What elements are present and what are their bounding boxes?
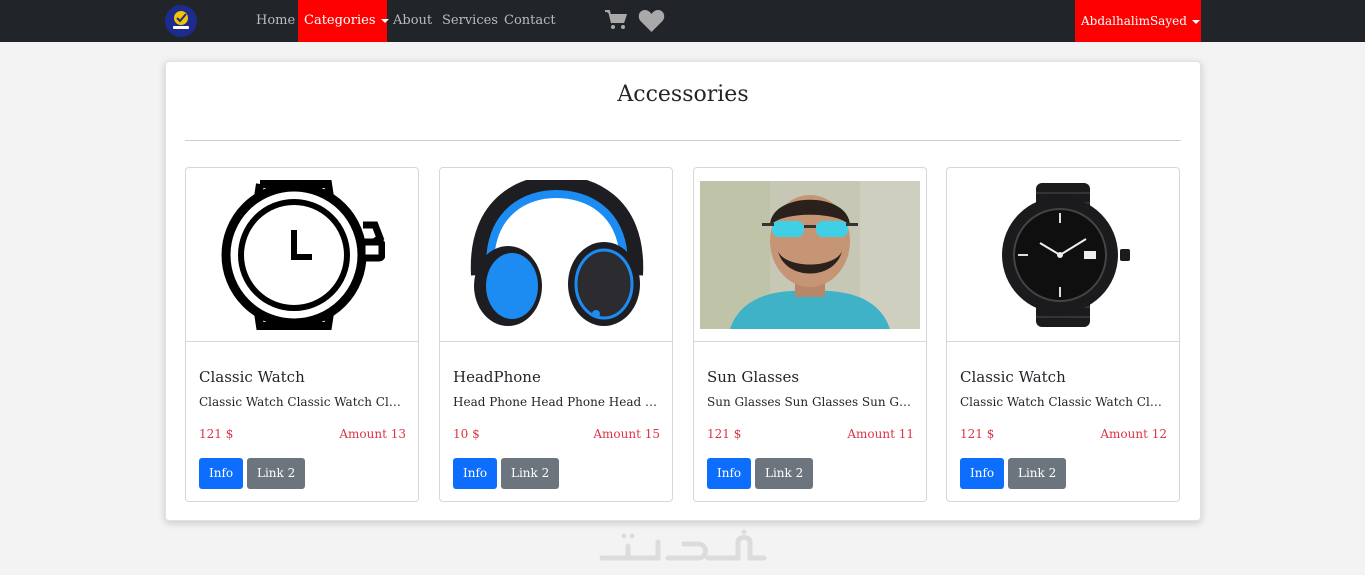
heart-icon[interactable] [638, 9, 665, 37]
info-button[interactable]: Info [960, 458, 1005, 489]
link2-button[interactable]: Link 2 [1008, 458, 1067, 489]
product-image-watch-outline[interactable] [186, 168, 418, 342]
shopping-logo[interactable] [165, 5, 197, 37]
product-price: 121 $ [960, 427, 995, 441]
product-card: Classic Watch Classic Watch Classic Watc… [946, 167, 1180, 502]
user-name-label: AbdalhalimSayed [1081, 14, 1187, 28]
product-card: HeadPhone Head Phone Head Phone Head Pho… [439, 167, 673, 502]
product-price: 121 $ [199, 427, 234, 441]
link2-button[interactable]: Link 2 [755, 458, 814, 489]
product-title: Sun Glasses [707, 368, 800, 386]
top-navbar: Home Categories About Services Contact A… [0, 0, 1365, 42]
info-button[interactable]: Info [707, 458, 752, 489]
title-divider [185, 140, 1181, 141]
accessories-panel: Accessories Classic Watch Classic Watch … [165, 61, 1201, 521]
product-price: 10 $ [453, 427, 480, 441]
nav-categories-label: Categories [304, 13, 376, 28]
page-title: Accessories [617, 82, 749, 107]
caret-down-icon [380, 18, 389, 23]
product-description: Classic Watch Classic Watch Classic Watc… [199, 395, 405, 409]
product-title: Classic Watch [199, 368, 305, 386]
product-card: Sun Glasses Sun Glasses Sun Glasses Sun … [693, 167, 927, 502]
product-amount: Amount 12 [1100, 427, 1167, 441]
product-amount: Amount 11 [847, 427, 914, 441]
product-description: Head Phone Head Phone Head Phone [453, 395, 659, 409]
product-image-sunglasses[interactable] [694, 168, 926, 342]
product-amount: Amount 15 [593, 427, 660, 441]
info-button[interactable]: Info [453, 458, 498, 489]
shopping-cart-icon[interactable] [604, 9, 628, 35]
watermark-logo [598, 528, 768, 564]
info-button[interactable]: Info [199, 458, 244, 489]
product-amount: Amount 13 [339, 427, 406, 441]
product-title: Classic Watch [960, 368, 1066, 386]
product-title: HeadPhone [453, 368, 541, 386]
caret-down-icon [1191, 19, 1200, 24]
product-image-headphone[interactable] [440, 168, 672, 342]
nav-home-link[interactable]: Home [256, 0, 295, 42]
nav-contact-link[interactable]: Contact [504, 0, 556, 42]
link2-button[interactable]: Link 2 [501, 458, 560, 489]
product-price: 121 $ [707, 427, 742, 441]
product-image-black-watch[interactable] [947, 168, 1179, 342]
user-account-dropdown[interactable]: AbdalhalimSayed [1075, 0, 1201, 42]
product-description: Classic Watch Classic Watch Classic Watc… [960, 395, 1166, 409]
nav-categories-dropdown[interactable]: Categories [298, 0, 389, 42]
product-description: Sun Glasses Sun Glasses Sun Glasses [707, 395, 913, 409]
nav-about-link[interactable]: About [393, 0, 432, 42]
link2-button[interactable]: Link 2 [247, 458, 306, 489]
nav-services-link[interactable]: Services [442, 0, 498, 42]
product-card: Classic Watch Classic Watch Classic Watc… [185, 167, 419, 502]
